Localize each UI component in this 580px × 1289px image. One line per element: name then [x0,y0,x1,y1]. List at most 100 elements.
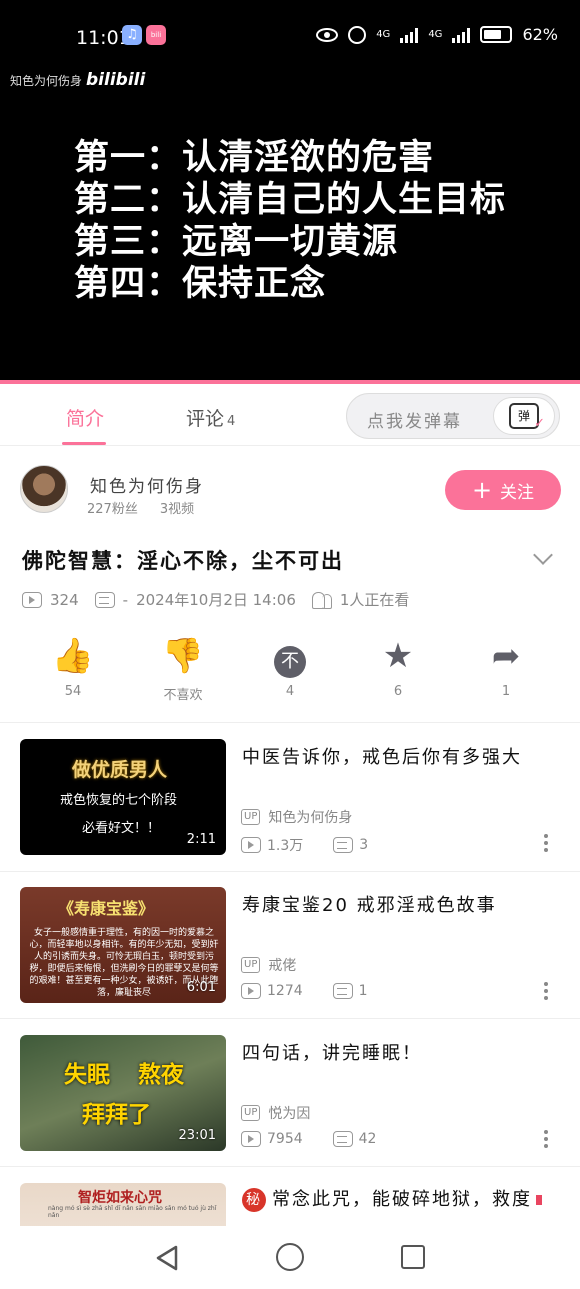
watching-icon [310,591,332,609]
comment-count: 3 [359,837,369,853]
view-count: 1.3万 [267,838,304,854]
bilibili-app-icon: bili [146,25,166,45]
bilibili-logo: bilibili [86,70,146,90]
danmu-input[interactable]: 点我发弹幕 [367,407,462,432]
system-nav-bar [0,1226,580,1289]
uploader-name: 知色为何伤身 [268,810,353,826]
video-meta: 324 - 2024年10月2日 14:06 1人正在看 [22,589,409,610]
caption-line: 第一：认清淫欲的危害 [74,138,435,178]
tab-comments-label: 评论 [186,408,225,430]
video-player[interactable]: 11:01 ♫ bili 4G 4G 62% 知色为何伤身 bilibili 第一… [0,0,580,382]
danmu-toggle-button[interactable]: 弹 [493,397,555,435]
tab-comments[interactable]: 评论 4 [186,404,235,431]
share-button[interactable]: ➦ 1 [466,636,546,699]
coin-icon: 不 [274,646,306,678]
thumbs-down-icon: 👎 [161,636,205,676]
up-badge-icon: UP [241,1105,261,1121]
back-icon[interactable] [154,1244,180,1272]
like-button[interactable]: 👍 54 [33,636,113,699]
video-caption: 第一：认清淫欲的危害 第二：认清自己的人生目标 第三：远离一切黄源 第四：保持正… [74,137,506,305]
item-title: 寿康宝鉴20 戒邪淫戒色故事 [242,895,497,916]
duration: 6:01 [186,980,216,995]
tab-bar: 简介 评论 4 点我发弹幕 弹 [0,388,580,446]
uploader-row: 知色为何伤身 227粉丝 3视频 + 关注 [0,460,580,524]
item-uploader: UP 戒佬 [241,955,296,975]
up-badge-icon: UP [241,957,261,973]
follow-label: 关注 [500,482,535,503]
video-thumbnail[interactable]: 失眠 熬夜 拜拜了 23:01 [20,1035,226,1151]
comment-count: 42 [358,1131,377,1147]
danmaku-icon [94,591,115,608]
video-watermark: 知色为何伤身 bilibili [10,70,145,90]
like-count: 54 [64,684,82,699]
home-icon[interactable] [276,1243,304,1271]
item-title: 秘常念此咒，能破碎地狱，救度 [242,1187,562,1213]
watermark-text: 知色为何伤身 [10,74,83,88]
item-stats: 7954 42 [241,1131,376,1147]
play-count-icon [241,983,261,999]
dislike-button[interactable]: 👎 不喜欢 [143,636,223,703]
coin-button[interactable]: 不 4 [250,636,330,699]
more-icon[interactable] [544,1130,550,1151]
duration: 23:01 [178,1128,216,1143]
uploader-name: 悦为因 [268,1106,311,1122]
recent-apps-icon[interactable] [401,1245,425,1269]
video-progress-bar[interactable] [0,380,580,384]
music-app-icon: ♫ [122,25,142,45]
eye-comfort-icon [316,27,339,42]
publish-date: 2024年10月2日 14:06 [136,591,296,609]
divider [0,722,580,723]
secret-badge: 秘 [242,1188,266,1212]
coin-count: 4 [285,684,295,699]
uploader-name[interactable]: 知色为何伤身 [90,472,204,497]
thumb-text: nàng mó sì sè zhā shǐ dī nǎn sān miǎo sā… [48,1205,217,1219]
favorite-button[interactable]: ★ 6 [358,636,438,699]
uploader-stats: 227粉丝 3视频 [87,498,216,517]
caption-line: 第四：保持正念 [74,264,327,304]
thumb-text: 失眠 [64,1062,110,1088]
view-count: 324 [50,590,79,609]
thumb-text: 拜拜了 [82,1102,151,1128]
alarm-icon [348,25,367,44]
more-icon[interactable] [544,834,550,855]
network-type-2: 4G [428,29,443,40]
video-thumbnail[interactable]: 智炬如来心咒 nàng mó sì sè zhā shǐ dī nǎn sān … [20,1183,226,1226]
video-thumbnail[interactable]: 《寿康宝鉴》 女子一般感情重于理性，有的因一时的爱慕之心，而轻率地以身相许。有的… [20,887,226,1003]
item-stats: 1.3万 3 [241,835,368,855]
chevron-down-icon[interactable] [533,545,553,565]
item-title: 中医告诉你，戒色后你有多强大 [242,747,522,768]
item-stats: 1274 1 [241,983,368,999]
avatar[interactable] [20,465,68,513]
follow-button[interactable]: + 关注 [445,470,561,510]
uploader-name: 戒佬 [268,958,297,974]
play-count-icon [241,837,261,853]
caption-line: 第二：认清自己的人生目标 [74,180,507,220]
list-item[interactable]: 智炬如来心咒 nàng mó sì sè zhā shǐ dī nǎn sān … [0,1183,580,1226]
status-bar: 11:01 ♫ bili 4G 4G 62% [0,0,580,76]
list-item[interactable]: 失眠 熬夜 拜拜了 23:01 四句话，讲完睡眠！ UP 悦为因 7954 42 [0,1035,580,1175]
network-type-1: 4G [376,29,391,40]
fans-count: 227粉丝 [87,502,138,517]
caption-line: 第三：远离一切黄源 [74,222,399,262]
thumb-headline: 做优质男人 [72,759,168,781]
view-count: 7954 [267,1131,303,1147]
divider [0,1166,580,1167]
plus-icon: + [471,476,493,504]
danmu-bar: 点我发弹幕 弹 [346,393,560,439]
up-badge-icon: UP [241,809,261,825]
video-thumbnail[interactable]: 做优质男人 戒色恢复的七个阶段 必看好文！！ 2:11 [20,739,226,855]
duration: 2:11 [186,832,216,847]
more-icon[interactable] [544,982,550,1003]
list-item[interactable]: 做优质男人 戒色恢复的七个阶段 必看好文！！ 2:11 中医告诉你，戒色后你有多… [0,739,580,879]
share-icon: ➦ [491,636,521,676]
signal-icon-2 [452,27,471,43]
thumbs-up-icon: 👍 [51,636,95,676]
comment-icon [332,983,353,999]
action-bar: 👍 54 👎 不喜欢 不 4 ★ 6 ➦ 1 [0,636,580,716]
dislike-label: 不喜欢 [163,688,203,703]
signal-icon-1 [400,27,419,43]
item-title-text: 常念此咒，能破碎地狱，救度 [272,1189,532,1210]
tab-intro[interactable]: 简介 [61,404,107,445]
danmu-tv-icon: 弹 [509,403,545,435]
list-item[interactable]: 《寿康宝鉴》 女子一般感情重于理性，有的因一时的爱慕之心，而轻率地以身相许。有的… [0,887,580,1027]
